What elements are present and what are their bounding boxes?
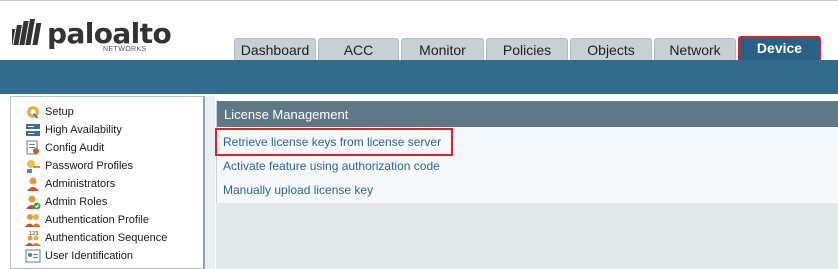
activate-feature-link[interactable]: Activate feature using authorization cod… bbox=[223, 159, 440, 173]
sidebar-item-label: Setup bbox=[45, 106, 74, 118]
sidebar-item-label: High Availability bbox=[45, 124, 122, 136]
administrators-icon bbox=[27, 177, 39, 191]
tab-content-band bbox=[0, 60, 838, 94]
sidebar-item-label: Password Profiles bbox=[45, 160, 134, 172]
user-identification-icon bbox=[25, 249, 41, 263]
authentication-profile-icon bbox=[25, 214, 41, 227]
config-audit-icon bbox=[26, 140, 39, 155]
panel-title: License Management bbox=[217, 101, 838, 127]
content-background bbox=[216, 203, 838, 269]
paloalto-logo: paloalto NETWORKS bbox=[12, 17, 172, 58]
tab-monitor[interactable]: Monitor bbox=[401, 38, 484, 60]
sidebar-item-label: Administrators bbox=[45, 178, 116, 190]
sidebar-item-label: Authentication Sequence bbox=[45, 232, 168, 244]
paloalto-logo-icon bbox=[12, 19, 42, 45]
password-profiles-icon bbox=[27, 160, 40, 173]
retrieve-license-keys-link[interactable]: Retrieve license keys from license serve… bbox=[214, 128, 454, 156]
brand-sub: NETWORKS bbox=[103, 46, 147, 53]
tab-objects[interactable]: Objects bbox=[570, 38, 652, 60]
authentication-sequence-icon: 123 bbox=[25, 231, 41, 246]
tab-device[interactable]: Device bbox=[738, 36, 821, 62]
tab-acc[interactable]: ACC bbox=[318, 38, 399, 60]
tab-dashboard[interactable]: Dashboard bbox=[234, 38, 316, 60]
tab-network[interactable]: Network bbox=[654, 38, 736, 60]
sidebar: Setup High Availability Config Audit Pas… bbox=[10, 96, 205, 269]
sidebar-item-label: Authentication Profile bbox=[45, 214, 149, 226]
top-border bbox=[0, 0, 838, 1]
manual-upload-license-link[interactable]: Manually upload license key bbox=[223, 183, 373, 197]
sidebar-item-label: Config Audit bbox=[45, 142, 105, 154]
sidebar-item-label: Admin Roles bbox=[45, 196, 108, 208]
sidebar-item-label: User Identification bbox=[45, 250, 134, 262]
panel-divider bbox=[205, 96, 215, 269]
license-management-panel: License Management Retrieve license keys… bbox=[214, 101, 838, 203]
tab-policies[interactable]: Policies bbox=[486, 38, 568, 60]
high-availability-icon bbox=[26, 124, 40, 136]
admin-roles-icon bbox=[26, 195, 41, 210]
setup-icon bbox=[27, 106, 39, 119]
